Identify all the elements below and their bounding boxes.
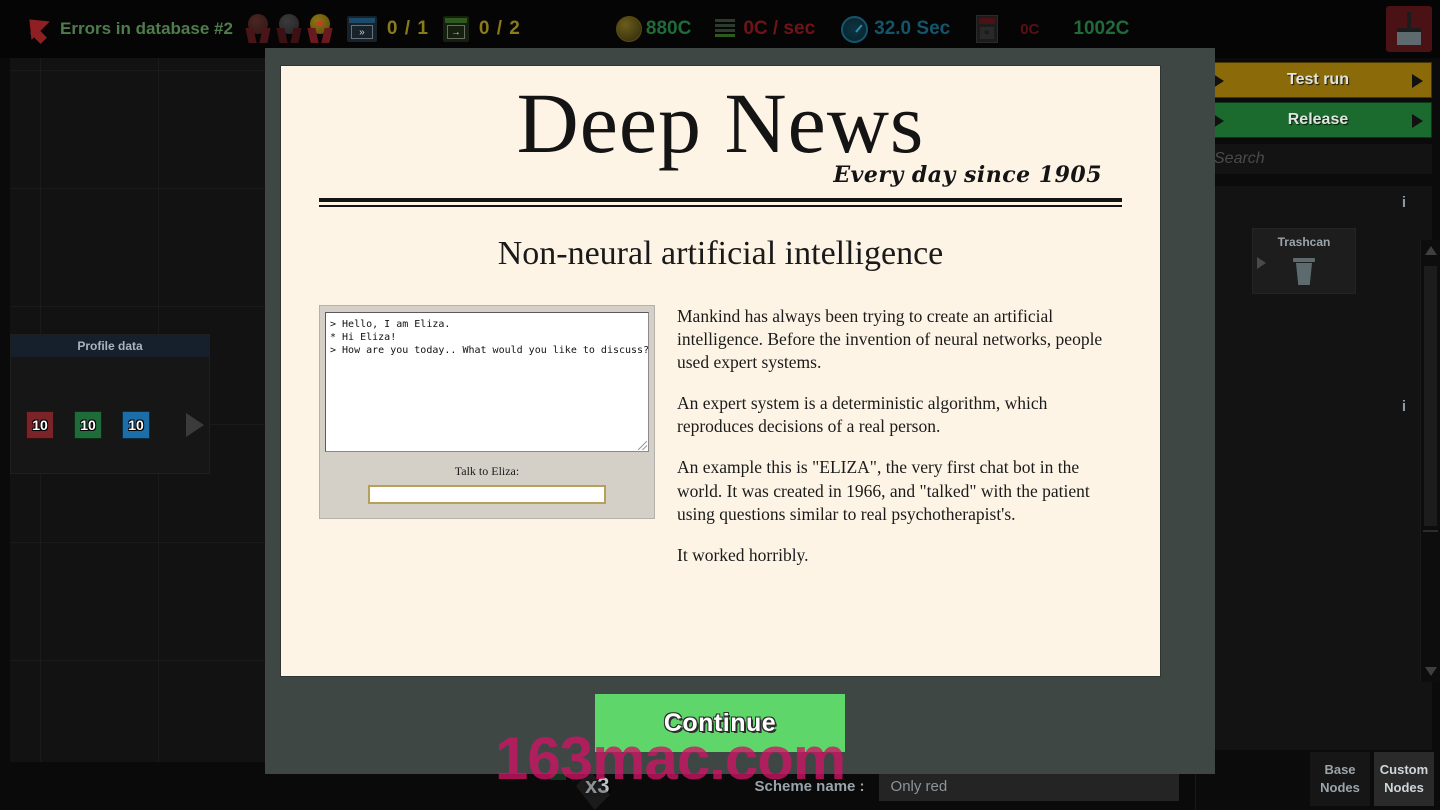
scheme-name-label: Scheme name : [754, 777, 865, 795]
tab-base-nodes-line2: Nodes [1320, 780, 1360, 795]
node-palette-list[interactable]: i Trashcan i [1204, 186, 1432, 750]
trash-icon [1291, 255, 1317, 285]
scroll-down-arrow-icon[interactable] [1425, 667, 1437, 676]
profile-data-body: 10 10 10 [11, 357, 209, 475]
test-run-label: Test run [1287, 71, 1349, 88]
scroll-up-arrow-icon[interactable] [1425, 246, 1437, 255]
continue-button[interactable]: Continue [595, 694, 845, 752]
app-root: Profile data 10 10 10 i Expert system Re… [0, 0, 1440, 810]
release-button[interactable]: Release [1204, 102, 1432, 138]
sidebar-scrollbar[interactable] [1420, 240, 1440, 682]
scheme-name-input[interactable]: Only red [878, 771, 1179, 801]
tab-custom-nodes-line2: Nodes [1384, 780, 1424, 795]
income-value: 0C / sec [743, 18, 816, 39]
eliza-screenshot: > Hello, I am Eliza. * Hi Eliza! > How a… [319, 305, 655, 519]
medal-gold-icon: ★ [307, 14, 333, 44]
eliza-text-input [368, 485, 606, 504]
eliza-line: > Hello, I am Eliza. [330, 319, 451, 330]
scrollbar-thumb[interactable] [1424, 266, 1437, 526]
counter-export: 0 / 2 [478, 18, 521, 39]
mission-title: Errors in database #2 [60, 19, 233, 38]
info-icon[interactable]: i [1402, 194, 1406, 211]
broom-icon[interactable] [1386, 6, 1432, 52]
newspaper-masthead: Deep News Every day since 1905 [319, 66, 1122, 188]
search-input[interactable]: Search [1204, 144, 1432, 174]
info-icon[interactable]: i [1402, 398, 1406, 415]
time-value: 32.0 Sec [874, 18, 951, 39]
profile-data-panel: Profile data 10 10 10 [10, 334, 210, 474]
total-value: 1002C [1073, 18, 1130, 39]
tab-base-nodes[interactable]: Base Nodes [1310, 752, 1370, 806]
article-text-column: Mankind has always been trying to create… [677, 305, 1122, 585]
test-run-button[interactable]: Test run [1204, 62, 1432, 98]
scheme-name-value: Only red [890, 777, 948, 795]
profile-data-title: Profile data [11, 335, 209, 357]
expense-value: 0C [1020, 20, 1040, 38]
play-triangle-icon[interactable] [186, 413, 204, 437]
profile-chip-red[interactable]: 10 [26, 411, 54, 439]
continue-button-label: Continue [663, 708, 777, 737]
newspaper-sheet: Deep News Every day since 1905 Non-neura… [281, 66, 1160, 676]
profile-chip-blue[interactable]: 10 [122, 411, 150, 439]
star-icon: ★ [314, 18, 325, 30]
article-paragraph: Mankind has always been trying to create… [677, 306, 1103, 373]
counter-fast-forward: 0 / 1 [386, 18, 429, 39]
tab-base-nodes-line1: Base [1324, 762, 1356, 778]
eliza-transcript: > Hello, I am Eliza. * Hi Eliza! > How a… [325, 312, 649, 452]
masthead-rule [319, 198, 1122, 207]
medal-bronze-icon [245, 14, 271, 44]
income-stack-icon [715, 17, 739, 41]
calculator-icon [976, 15, 999, 43]
article-headline: Non-neural artificial intelligence [497, 235, 944, 272]
article-paragraph: An example this is "ELIZA", the very fir… [677, 457, 1090, 524]
node-card-trashcan[interactable]: Trashcan [1252, 228, 1356, 294]
release-label: Release [1287, 111, 1349, 128]
eliza-line: * Hi Eliza! [330, 332, 397, 343]
search-placeholder: Search [1214, 150, 1265, 167]
node-card-title: Trashcan [1277, 235, 1331, 249]
fast-forward-icon: » [346, 16, 377, 42]
newspaper-title: Deep News [516, 75, 925, 171]
money-value: 880C [645, 18, 692, 39]
scrollbar-divider [1423, 530, 1438, 532]
resize-grip-icon [638, 441, 647, 450]
back-arrow-icon[interactable] [22, 15, 52, 43]
timer-icon [841, 15, 869, 43]
medal-silver-icon [276, 14, 302, 44]
profile-chip-green[interactable]: 10 [74, 411, 102, 439]
right-sidebar: Test run Release Search i Trashcan i Bas… [1195, 58, 1440, 810]
play-right-icon [1412, 114, 1423, 128]
article-paragraph: An expert system is a deterministic algo… [677, 393, 1048, 437]
node-input-icon [1257, 257, 1266, 269]
tab-custom-nodes-line1: Custom [1379, 762, 1429, 778]
play-right-icon [1412, 74, 1423, 88]
node-tabs: Base Nodes Custom Nodes [1310, 752, 1434, 806]
export-icon: → [442, 16, 469, 42]
coin-icon [615, 16, 642, 42]
eliza-prompt-label: Talk to Eliza: [454, 464, 520, 478]
article-paragraph: It worked horribly. [677, 544, 809, 565]
eliza-line: > How are you today.. What would you lik… [330, 345, 649, 356]
article-body: > Hello, I am Eliza. * Hi Eliza! > How a… [319, 305, 1122, 585]
tab-custom-nodes[interactable]: Custom Nodes [1374, 752, 1434, 806]
